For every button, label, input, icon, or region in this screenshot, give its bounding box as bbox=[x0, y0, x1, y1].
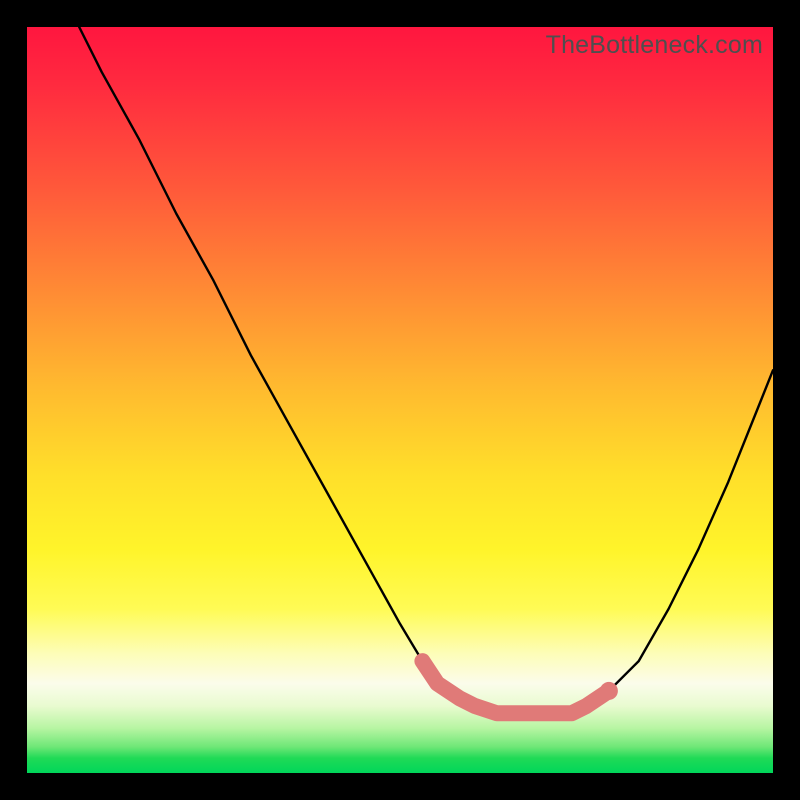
plot-area: TheBottleneck.com bbox=[27, 27, 773, 773]
chart-frame: TheBottleneck.com bbox=[0, 0, 800, 800]
optimal-band-path bbox=[422, 661, 609, 713]
band-end-dot bbox=[600, 682, 618, 700]
bottleneck-curve-path bbox=[79, 27, 773, 713]
chart-svg bbox=[27, 27, 773, 773]
